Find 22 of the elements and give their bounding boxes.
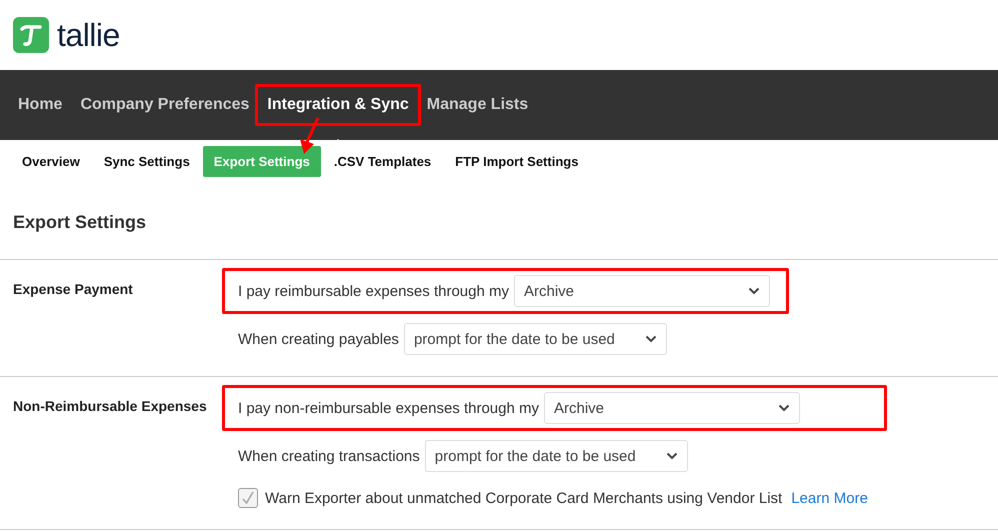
dropdown[interactable]: prompt for the date to be used (424, 440, 688, 472)
dropdown[interactable]: prompt for the date to be used (404, 323, 667, 355)
dropdown[interactable]: Archive (544, 392, 800, 424)
section-label: Expense Payment (12, 280, 134, 299)
page-title: Export Settings (13, 212, 148, 233)
caret-icon (644, 335, 657, 343)
section-label: Non-Reimbursable Expenses (12, 397, 208, 416)
caret-icon (666, 452, 678, 460)
caret-icon (748, 287, 760, 295)
field-label: I pay reimbursable expenses through my (238, 282, 509, 300)
caret-icon (778, 404, 790, 412)
sub-tab[interactable]: Sync Settings (92, 146, 201, 176)
field-label: When creating payables (238, 330, 399, 348)
logo-icon (13, 17, 49, 53)
sub-tab[interactable]: Overview (11, 146, 91, 176)
field-label: When creating transactions (238, 448, 420, 464)
checkbox-label: Warn Exporter about unmatched Corporate Card Merchants using Vendor List (265, 490, 782, 506)
field-label: I pay non-reimbursable expenses through my (238, 400, 539, 416)
sub-tab[interactable]: FTP Import Settings (444, 146, 590, 176)
dropdown[interactable]: Archive (514, 275, 770, 307)
sub-tab[interactable]: .CSV Templates (322, 146, 442, 176)
logo-text: tallie (57, 16, 120, 54)
